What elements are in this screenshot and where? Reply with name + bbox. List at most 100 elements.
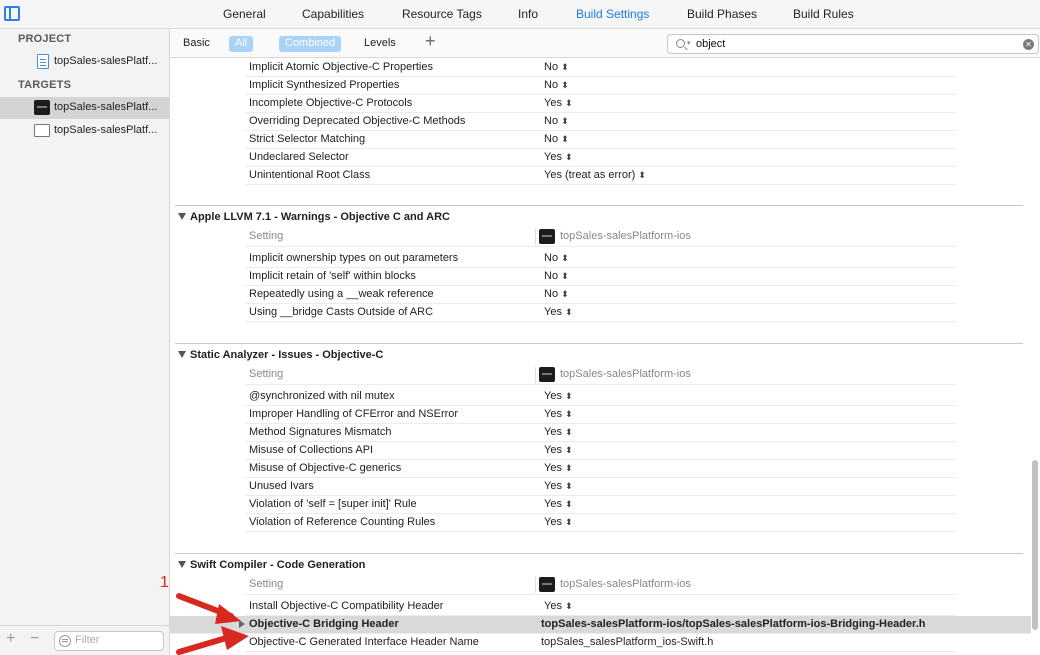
setting-value[interactable]: Yes ⬍	[544, 516, 573, 528]
remove-target-button[interactable]: −	[30, 630, 39, 648]
build-settings-toolbar: Basic All Combined Levels + ▾ ✕	[170, 29, 1040, 58]
setting-value[interactable]: Yes ⬍	[544, 306, 573, 318]
filter-input[interactable]	[75, 634, 159, 646]
setting-row[interactable]: Unused Ivars Yes ⬍	[245, 478, 956, 496]
setting-value[interactable]: Yes ⬍	[544, 462, 573, 474]
setting-row[interactable]: Improper Handling of CFError and NSError…	[245, 406, 956, 424]
search-field[interactable]: ▾ ✕	[667, 34, 1039, 54]
setting-value[interactable]: Yes (treat as error) ⬍	[544, 169, 646, 181]
search-input[interactable]	[696, 38, 1016, 50]
setting-row[interactable]: Method Signatures Mismatch Yes ⬍	[245, 424, 956, 442]
column-header: Setting topSales-salesPlatform-ios	[245, 365, 956, 385]
setting-value[interactable]: Yes ⬍	[544, 600, 573, 612]
chevron-down-icon[interactable]: ▾	[687, 39, 691, 47]
disclosure-triangle-icon[interactable]	[178, 561, 186, 568]
setting-value[interactable]: Yes ⬍	[544, 97, 573, 109]
setting-row[interactable]: Using __bridge Casts Outside of ARC Yes ⬍	[245, 304, 956, 322]
all-button[interactable]: All	[229, 36, 254, 52]
section-divider	[175, 205, 1023, 206]
sidebar-toggle-icon[interactable]	[4, 6, 20, 21]
setting-value[interactable]: No ⬍	[544, 133, 569, 145]
setting-row[interactable]: Unintentional Root Class Yes (treat as e…	[245, 167, 956, 185]
setting-value[interactable]: Yes ⬍	[544, 151, 573, 163]
combined-button[interactable]: Combined	[279, 36, 342, 52]
setting-name: Implicit ownership types on out paramete…	[249, 252, 459, 264]
setting-value[interactable]: No ⬍	[544, 115, 569, 127]
setting-value[interactable]: topSales-salesPlatform-ios/topSales-sale…	[541, 618, 925, 630]
setting-row[interactable]: Misuse of Objective-C generics Yes ⬍	[245, 460, 956, 478]
test-target-icon	[34, 124, 50, 137]
filter-field[interactable]	[54, 631, 164, 651]
setting-value[interactable]: Yes ⬍	[544, 480, 573, 492]
setting-row[interactable]: Overriding Deprecated Objective-C Method…	[245, 113, 956, 131]
tab-build-rules[interactable]: Build Rules	[793, 7, 854, 21]
section-divider	[175, 553, 1023, 554]
project-item[interactable]: topSales-salesPlatf...	[0, 51, 169, 73]
project-heading: PROJECT	[18, 33, 72, 45]
stepper-icon: ⬍	[561, 271, 569, 281]
setting-name: Strict Selector Matching	[249, 133, 366, 145]
setting-row[interactable]: Strict Selector Matching No ⬍	[245, 131, 956, 149]
setting-row[interactable]: Implicit Synthesized Properties No ⬍	[245, 77, 956, 95]
target-item-app[interactable]: topSales-salesPlatf...	[0, 97, 169, 119]
stepper-icon: ⬍	[564, 517, 573, 527]
target-app-icon	[539, 229, 555, 244]
setting-row[interactable]: Implicit Atomic Objective-C Properties N…	[245, 59, 956, 77]
add-setting-button[interactable]: +	[425, 31, 436, 52]
tab-build-settings[interactable]: Build Settings	[576, 7, 649, 21]
setting-value[interactable]: No ⬍	[544, 288, 569, 300]
tab-general[interactable]: General	[223, 7, 266, 21]
clear-search-icon[interactable]: ✕	[1023, 39, 1034, 50]
setting-row-generated-header[interactable]: Objective-C Generated Interface Header N…	[245, 634, 956, 652]
setting-value[interactable]: Yes ⬍	[544, 426, 573, 438]
disclosure-triangle-icon[interactable]	[178, 351, 186, 358]
tab-capabilities[interactable]: Capabilities	[302, 7, 364, 21]
setting-name: Objective-C Generated Interface Header N…	[249, 636, 479, 648]
tab-bar: General Capabilities Resource Tags Info …	[0, 0, 1040, 29]
setting-name: Violation of Reference Counting Rules	[249, 516, 436, 528]
setting-name: Implicit retain of 'self' within blocks	[249, 270, 416, 282]
setting-name: Unused Ivars	[249, 480, 314, 492]
setting-row[interactable]: Install Objective-C Compatibility Header…	[245, 598, 956, 616]
setting-value[interactable]: topSales_salesPlatform_ios-Swift.h	[541, 636, 713, 648]
section-header-arc-warnings[interactable]: Apple LLVM 7.1 - Warnings - Objective C …	[178, 211, 450, 223]
setting-name: Violation of 'self = [super init]' Rule	[249, 498, 417, 510]
stepper-icon: ⬍	[561, 289, 569, 299]
stepper-icon: ⬍	[564, 463, 573, 473]
section-header-swift-codegen[interactable]: Swift Compiler - Code Generation	[178, 559, 365, 571]
setting-value[interactable]: Yes ⬍	[544, 408, 573, 420]
stepper-icon: ⬍	[564, 601, 573, 611]
levels-button[interactable]: Levels	[358, 36, 402, 52]
setting-row[interactable]: Implicit retain of 'self' within blocks …	[245, 268, 956, 286]
setting-value[interactable]: No ⬍	[544, 252, 569, 264]
setting-row[interactable]: Implicit ownership types on out paramete…	[245, 250, 956, 268]
target-item-tests[interactable]: topSales-salesPlatf...	[0, 120, 169, 142]
setting-row[interactable]: Violation of 'self = [super init]' Rule …	[245, 496, 956, 514]
tab-build-phases[interactable]: Build Phases	[687, 7, 757, 21]
add-target-button[interactable]: +	[6, 630, 15, 648]
setting-name: Implicit Synthesized Properties	[249, 79, 400, 91]
setting-row[interactable]: @synchronized with nil mutex Yes ⬍	[245, 388, 956, 406]
stepper-icon: ⬍	[561, 134, 569, 144]
setting-row[interactable]: Violation of Reference Counting Rules Ye…	[245, 514, 956, 532]
tab-info[interactable]: Info	[518, 7, 538, 21]
tab-resource-tags[interactable]: Resource Tags	[402, 7, 482, 21]
section-header-static-analyzer[interactable]: Static Analyzer - Issues - Objective-C	[178, 349, 383, 361]
setting-value[interactable]: Yes ⬍	[544, 390, 573, 402]
setting-row[interactable]: Incomplete Objective-C Protocols Yes ⬍	[245, 95, 956, 113]
target-column-label: topSales-salesPlatform-ios	[560, 578, 691, 590]
disclosure-triangle-icon[interactable]	[178, 213, 186, 220]
setting-name: Install Objective-C Compatibility Header	[249, 600, 444, 612]
setting-value[interactable]: No ⬍	[544, 79, 569, 91]
vertical-scrollbar[interactable]	[1032, 460, 1038, 630]
basic-button[interactable]: Basic	[177, 36, 216, 52]
setting-row[interactable]: Undeclared Selector Yes ⬍	[245, 149, 956, 167]
setting-value[interactable]: No ⬍	[544, 270, 569, 282]
setting-row-bridging-header[interactable]: Objective-C Bridging Header topSales-sal…	[170, 616, 1031, 634]
setting-row[interactable]: Repeatedly using a __weak reference No ⬍	[245, 286, 956, 304]
setting-row[interactable]: Misuse of Collections API Yes ⬍	[245, 442, 956, 460]
search-icon	[676, 39, 685, 48]
setting-value[interactable]: Yes ⬍	[544, 498, 573, 510]
setting-value[interactable]: Yes ⬍	[544, 444, 573, 456]
setting-value[interactable]: No ⬍	[544, 61, 569, 73]
